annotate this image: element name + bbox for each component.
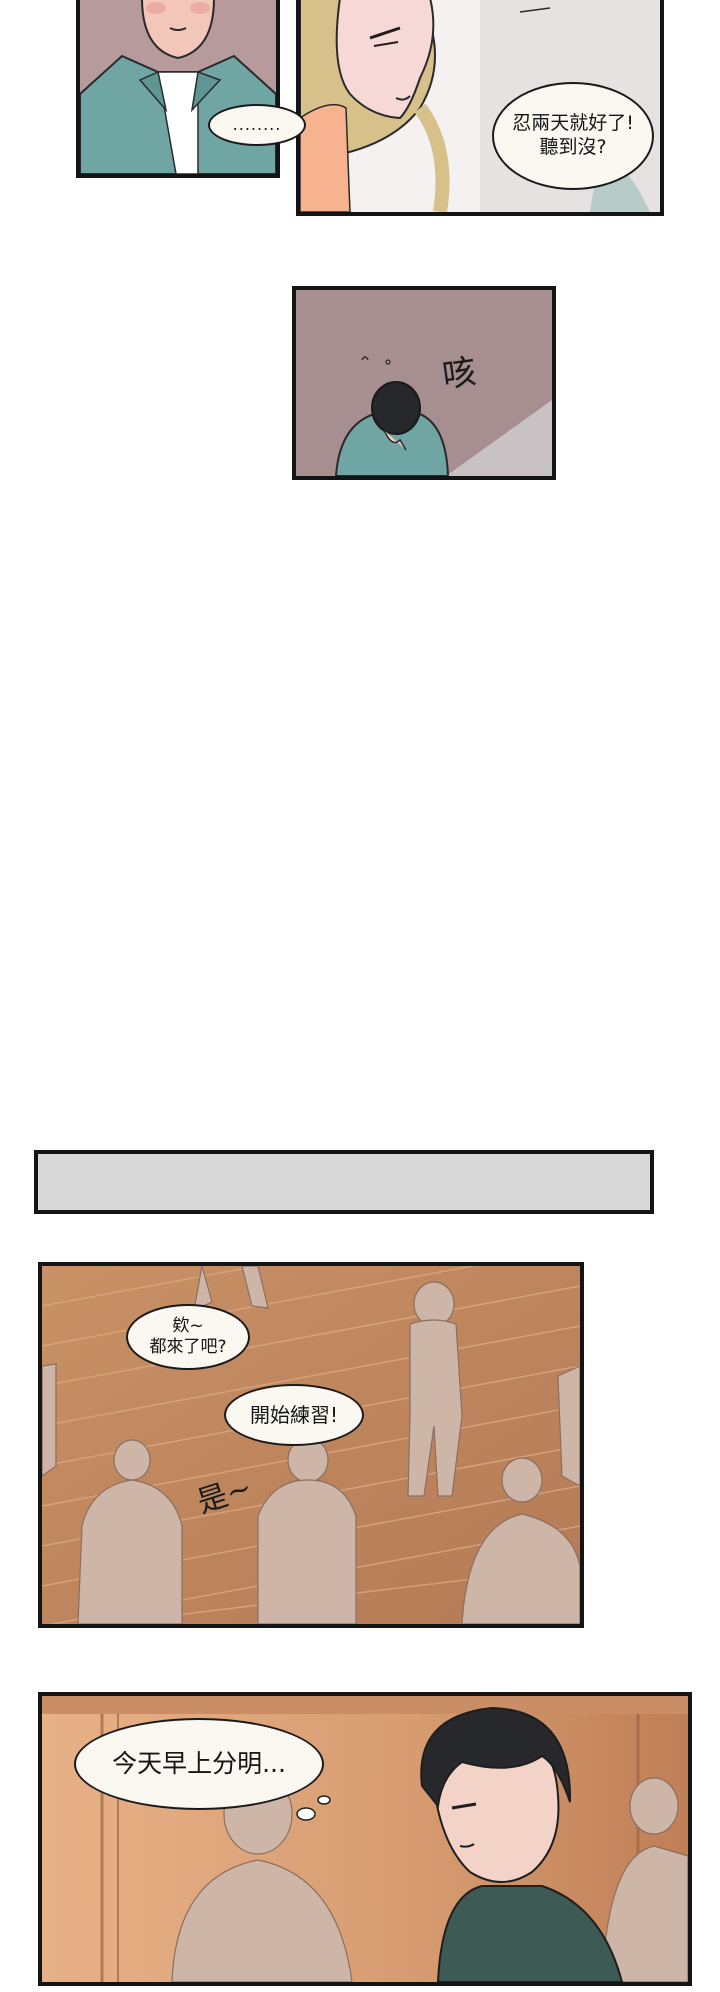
bubble-this-morning-text: 今天早上分明... — [112, 1749, 286, 1779]
speech-bubble-two-days: 忍兩天就好了! 聽到沒? — [492, 82, 654, 190]
panel-1-art — [80, 0, 276, 174]
bubble-start-practice-text: 開始練習! — [249, 1402, 339, 1427]
panel-man-teal-shirt — [76, 0, 280, 178]
bubble-ellipsis-text: ........ — [232, 115, 282, 134]
speech-bubble-ellipsis: ........ — [208, 104, 306, 146]
speech-bubble-start-practice: 開始練習! — [224, 1384, 364, 1446]
sfx-cough-text: 咳 — [439, 351, 480, 397]
bubble-all-here-text: 欸~ 都來了吧? — [149, 1315, 227, 1357]
sfx-cough: 咳 — [439, 344, 479, 397]
comic-page: ........ 忍兩天就好了! 聽到沒? 咳 欸~ 都來了吧? 開始練習! 是… — [0, 0, 720, 1992]
panel-gray-bar — [34, 1150, 654, 1214]
speech-bubble-all-here: 欸~ 都來了吧? — [126, 1304, 250, 1370]
bubble-two-days-text: 忍兩天就好了! 聽到沒? — [512, 112, 634, 158]
panel-coughing — [292, 286, 556, 480]
speech-bubble-this-morning: 今天早上分明... — [74, 1718, 324, 1810]
panel-3-art — [296, 290, 552, 476]
